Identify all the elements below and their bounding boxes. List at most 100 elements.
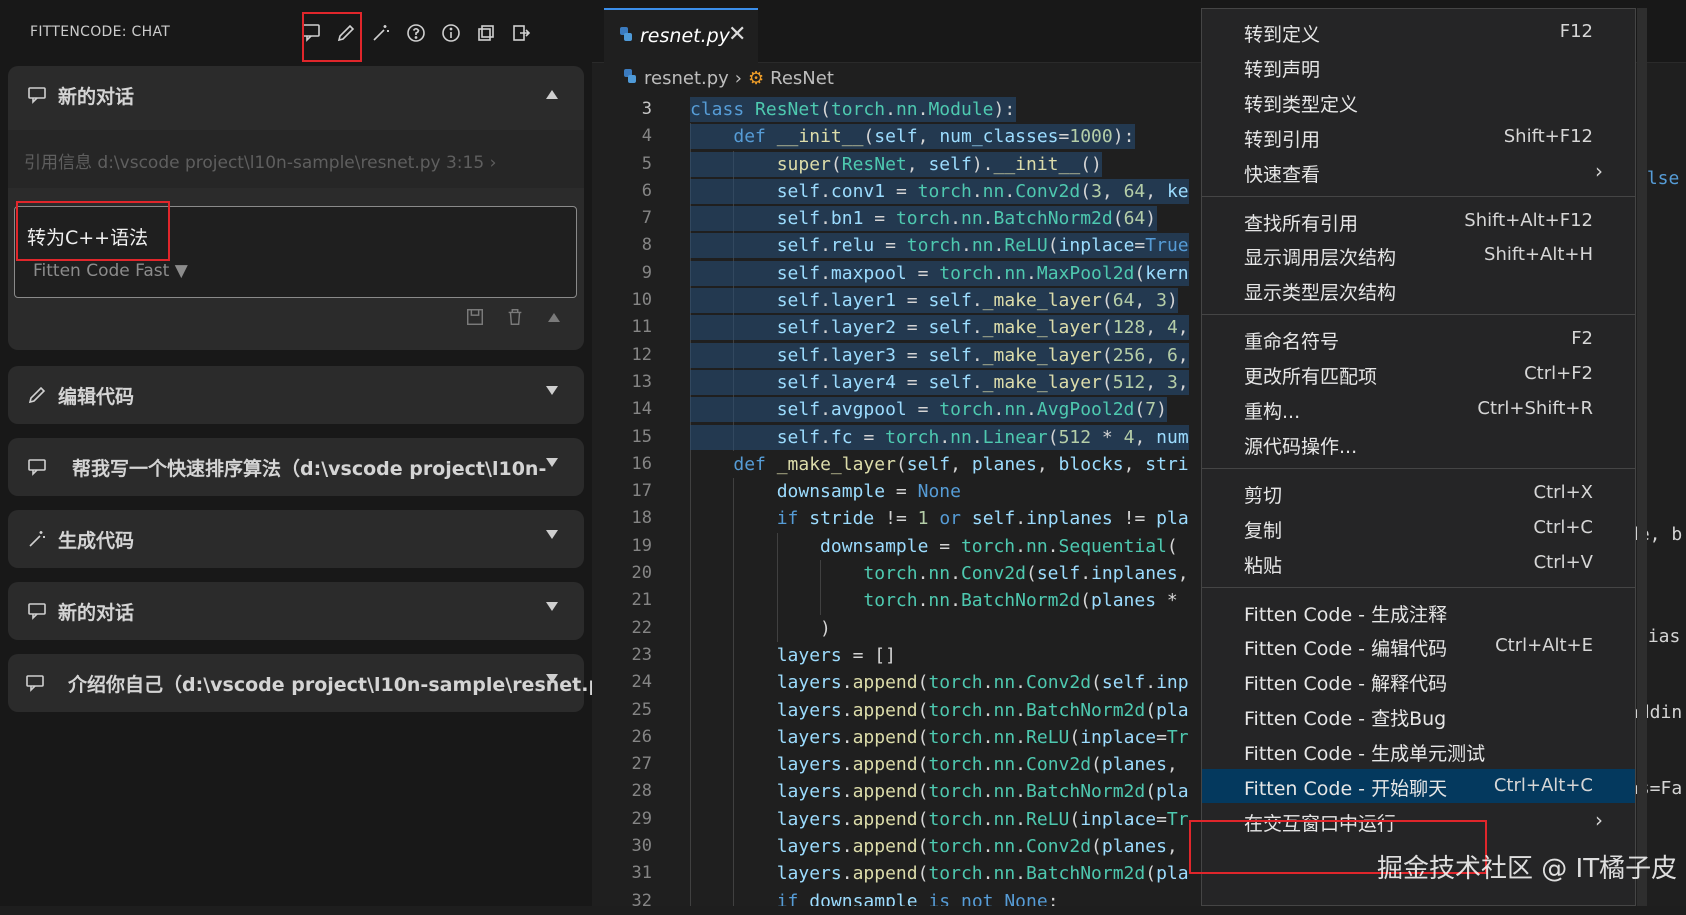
code-line[interactable]: downsample = torch.nn.Sequential( [690, 532, 1210, 561]
expand-icon[interactable] [546, 386, 558, 395]
code-line[interactable]: self.fc = torch.nn.Linear(512 * 4, num [690, 423, 1210, 451]
info-icon[interactable] [432, 14, 470, 52]
code-line[interactable]: self.layer3 = self._make_layer(256, 6, [690, 341, 1210, 369]
history-item[interactable]: 新的对话 [8, 582, 584, 640]
menu-item[interactable]: 剪切 Ctrl+X [1202, 476, 1635, 510]
line-number: 18 [631, 508, 652, 529]
menu-item-label: Fitten Code - 生成单元测试 [1244, 743, 1486, 766]
menu-item-shortcut: F12 [1559, 21, 1593, 42]
menu-item[interactable]: Fitten Code - 编辑代码 Ctrl+Alt+E [1202, 629, 1635, 663]
code-line[interactable]: ) [690, 614, 1210, 642]
code-line[interactable]: layers.append(torch.nn.Conv2d(self.inp [690, 669, 1210, 697]
code-line[interactable]: class ResNet(torch.nn.Module): [690, 96, 1210, 123]
menu-item[interactable]: 转到引用 Shift+F12 [1202, 120, 1635, 154]
menu-item[interactable]: 转到声明 [1202, 50, 1635, 84]
menu-item[interactable]: 复制 Ctrl+C [1202, 511, 1635, 545]
code-line[interactable]: self.layer2 = self._make_layer(128, 4, [690, 314, 1210, 342]
menu-item-shortcut: Ctrl+Shift+R [1477, 398, 1593, 419]
menu-item[interactable]: Fitten Code - 解释代码 [1202, 664, 1635, 698]
breadcrumb: resnet.py › ⚙ ResNet [622, 62, 840, 94]
tab-label: resnet.py [640, 25, 730, 47]
code-line[interactable]: layers.append(torch.nn.BatchNorm2d(pla [690, 696, 1210, 724]
collapse-input-icon[interactable] [548, 313, 560, 322]
menu-item[interactable]: 源代码操作... [1202, 427, 1635, 461]
line-number: 26 [631, 726, 652, 747]
highlight-box-new-chat [302, 12, 362, 62]
expand-icon[interactable] [546, 674, 558, 683]
code-line[interactable]: if downsample is not None: [690, 887, 1210, 906]
menu-item[interactable]: 重命名符号 F2 [1202, 322, 1635, 356]
menu-item-shortcut: F2 [1571, 328, 1593, 350]
collapse-icon[interactable] [546, 90, 558, 99]
code-line[interactable]: layers.append(torch.nn.Conv2d(planes, [690, 833, 1210, 861]
save-icon[interactable] [464, 306, 486, 328]
code-line[interactable]: layers.append(torch.nn.BatchNorm2d(pla [690, 860, 1210, 888]
code-line[interactable]: torch.nn.BatchNorm2d(planes * [690, 587, 1210, 615]
copy-icon[interactable] [467, 14, 505, 52]
expand-icon[interactable] [546, 458, 558, 467]
history-item[interactable]: 帮我写一个快速排序算法（d:\vscode project\l10n- [8, 438, 584, 496]
model-selector[interactable]: Fitten Code Fast ▼ [33, 261, 188, 281]
code-line[interactable]: layers = [] [690, 641, 1210, 670]
code-line[interactable]: if stride != 1 or self.inplanes != pla [690, 505, 1210, 533]
menu-item[interactable]: 转到类型定义 [1202, 85, 1635, 119]
line-number: 30 [631, 836, 652, 857]
history-item[interactable]: 编辑代码 [8, 366, 584, 424]
code-line[interactable]: self.bn1 = torch.nn.BatchNorm2d(64) [690, 205, 1210, 233]
menu-item[interactable]: Fitten Code - 查找Bug [1202, 699, 1635, 733]
tab-resnet[interactable]: resnet.py ✕ [604, 8, 758, 64]
magic-wand-icon[interactable] [362, 14, 400, 52]
code-line[interactable]: self.avgpool = torch.nn.AvgPool2d(7) [690, 396, 1210, 424]
code-line[interactable]: def _make_layer(self, planes, blocks, st… [690, 450, 1210, 479]
exit-icon[interactable] [502, 14, 540, 52]
code-line[interactable]: self.layer4 = self._make_layer(512, 3, [690, 368, 1210, 397]
menu-item[interactable]: 显示类型层次结构 [1202, 273, 1635, 307]
menu-item[interactable]: 快速查看 › [1202, 155, 1635, 189]
python-file-icon [618, 26, 634, 46]
code-area[interactable]: class ResNet(torch.nn.Module): def __ini… [690, 96, 1210, 906]
menu-item[interactable]: 粘贴 Ctrl+V [1202, 546, 1635, 580]
menu-separator [1202, 314, 1635, 316]
menu-item-shortcut: Shift+Alt+F12 [1464, 209, 1593, 231]
code-line[interactable]: layers.append(torch.nn.Conv2d(planes, [690, 751, 1210, 779]
menu-item-label: 粘贴 [1244, 554, 1283, 577]
menu-item[interactable]: 更改所有匹配项 Ctrl+F2 [1202, 357, 1635, 391]
code-line[interactable]: self.conv1 = torch.nn.Conv2d(3, 64, ke [690, 177, 1210, 206]
breadcrumb-class[interactable]: ResNet [770, 68, 834, 89]
menu-item-label: Fitten Code - 编辑代码 [1244, 638, 1448, 661]
code-line[interactable]: self.layer1 = self._make_layer(64, 3) [690, 287, 1210, 315]
code-line[interactable]: super(ResNet, self).__init__() [690, 150, 1210, 178]
active-chat-header[interactable]: 新的对话 [8, 66, 584, 124]
code-line[interactable]: self.maxpool = torch.nn.MaxPool2d(kern [690, 259, 1210, 288]
menu-item[interactable]: 转到定义 F12 [1202, 15, 1635, 49]
expand-icon[interactable] [546, 602, 558, 611]
menu-item[interactable]: 显示调用层次结构 Shift+Alt+H [1202, 238, 1635, 272]
menu-scrollbar[interactable] [1637, 8, 1647, 906]
menu-separator [1202, 467, 1635, 469]
code-line[interactable]: self.relu = torch.nn.ReLU(inplace=True [690, 232, 1210, 260]
history-item[interactable]: 生成代码 [8, 510, 584, 568]
menu-item[interactable]: Fitten Code - 生成注释 [1202, 595, 1635, 629]
menu-item[interactable]: Fitten Code - 生成单元测试 [1202, 734, 1635, 768]
line-number: 32 [631, 890, 652, 911]
reference-info[interactable]: 引用信息 d:\vscode project\l10n-sample\resne… [8, 130, 584, 188]
trash-icon[interactable] [504, 306, 526, 328]
expand-icon[interactable] [546, 530, 558, 539]
help-icon[interactable] [397, 14, 435, 52]
menu-item-shortcut: Ctrl+Alt+C [1493, 775, 1593, 796]
code-line[interactable]: downsample = None [690, 478, 1210, 506]
code-line[interactable]: layers.append(torch.nn.ReLU(inplace=Tr [690, 723, 1210, 752]
menu-item[interactable]: Fitten Code - 开始聊天 Ctrl+Alt+C [1202, 769, 1635, 803]
menu-item[interactable]: 重构... Ctrl+Shift+R [1202, 392, 1635, 426]
history-item[interactable]: 介绍你自己（d:\vscode project\l10n-sample\resn… [8, 654, 614, 712]
menu-item[interactable]: 查找所有引用 Shift+Alt+F12 [1202, 204, 1635, 238]
history-item-label: 新的对话 [58, 601, 135, 624]
code-line[interactable]: def __init__(self, num_classes=1000): [690, 123, 1210, 151]
line-number: 27 [631, 754, 652, 775]
menu-item-shortcut: Ctrl+Alt+E [1495, 635, 1593, 657]
code-line[interactable]: layers.append(torch.nn.ReLU(inplace=Tr [690, 805, 1210, 834]
code-line[interactable]: torch.nn.Conv2d(self.inplanes, [690, 560, 1210, 588]
breadcrumb-file[interactable]: resnet.py [644, 68, 729, 89]
code-line[interactable]: layers.append(torch.nn.BatchNorm2d(pla [690, 778, 1210, 806]
close-tab-icon[interactable]: ✕ [728, 22, 746, 47]
